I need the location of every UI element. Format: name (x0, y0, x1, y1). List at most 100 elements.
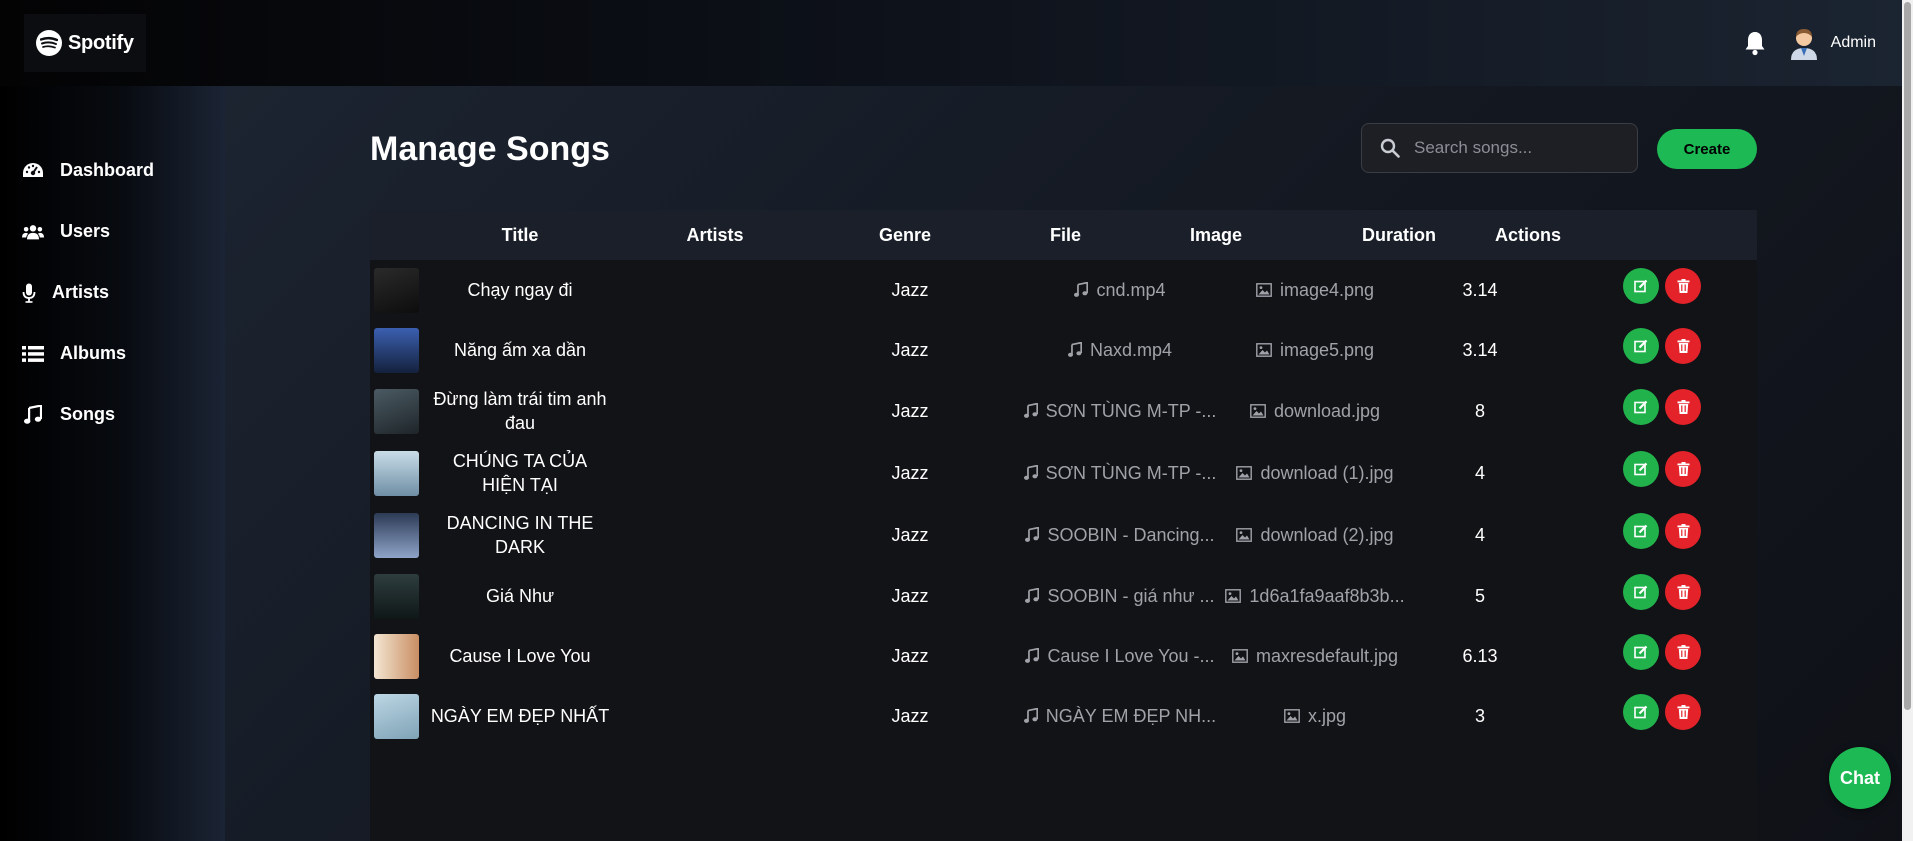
delete-button[interactable] (1665, 574, 1701, 610)
song-image: x.jpg (1200, 706, 1430, 727)
song-image: download (2).jpg (1200, 525, 1430, 546)
song-duration: 4 (1474, 462, 1485, 483)
song-genre: Jazz (891, 339, 929, 360)
dashboard-icon (22, 161, 44, 181)
table-row[interactable]: Đừng làm trái tim anh đau Jazz SƠN TÙNG M-… (370, 380, 1757, 442)
list-icon (22, 344, 44, 364)
edit-icon (1634, 645, 1648, 659)
sidebar-item-albums[interactable]: Albums (0, 323, 225, 384)
spotify-logo[interactable]: Spotify (24, 14, 146, 72)
song-file-name: NGÀY EM ĐẸP NH... (1045, 705, 1217, 726)
song-title: DANCING IN THE DARK (446, 513, 594, 557)
table-row[interactable]: NGÀY EM ĐẸP NHẤT Jazz NGÀY EM ĐẸP NH... x.j… (370, 686, 1757, 746)
page-scrollbar[interactable] (1902, 0, 1913, 841)
row-actions (1623, 389, 1701, 425)
edit-icon (1634, 400, 1648, 414)
music-note-icon (1023, 465, 1038, 480)
table-row[interactable]: CHÚNG TA CỦA HIỆN TẠI Jazz SƠN TÙNG M-TP -… (370, 442, 1757, 504)
edit-button[interactable] (1623, 513, 1659, 549)
microphone-icon (22, 283, 36, 303)
delete-button[interactable] (1665, 451, 1701, 487)
song-title: Chạy ngay đi (467, 280, 573, 300)
edit-button[interactable] (1623, 694, 1659, 730)
table-row[interactable]: DANCING IN THE DARK Jazz SOOBIN - Dancing.… (370, 504, 1757, 566)
sidebar-item-dashboard[interactable]: Dashboard (0, 140, 225, 201)
song-duration: 6.13 (1462, 645, 1498, 666)
column-header-file[interactable]: File (1050, 225, 1081, 246)
song-genre: Jazz (891, 585, 929, 606)
image-icon (1256, 343, 1272, 357)
top-bar: Spotify Admin (0, 0, 1902, 86)
column-header-title[interactable]: Title (370, 225, 670, 246)
image-icon (1225, 589, 1242, 603)
delete-button[interactable] (1665, 634, 1701, 670)
song-duration: 8 (1474, 400, 1485, 421)
sidebar-item-songs[interactable]: Songs (0, 384, 225, 445)
image-icon (1284, 709, 1300, 723)
main-content: Manage Songs Create Title Artists Genre … (225, 86, 1902, 841)
song-title: Giá Như (485, 586, 555, 606)
column-header-genre[interactable]: Genre (760, 225, 1050, 246)
delete-button[interactable] (1665, 389, 1701, 425)
sidebar-item-users[interactable]: Users (0, 201, 225, 262)
table-body: Chạy ngay đi Jazz cnd.mp4 image4.png 3.14 Năn… (370, 260, 1757, 746)
song-file-name: SƠN TÙNG M-TP -... (1045, 462, 1217, 483)
column-header-duration[interactable]: Duration (1362, 225, 1436, 246)
bell-icon[interactable] (1743, 30, 1767, 56)
song-image: download (1).jpg (1200, 463, 1430, 484)
song-file-name: Cause I Love You -... (1047, 645, 1215, 666)
edit-button[interactable] (1623, 328, 1659, 364)
song-duration: 3.14 (1462, 339, 1498, 360)
song-title: NGÀY EM ĐẸP NHẤT (430, 706, 610, 726)
delete-button[interactable] (1665, 513, 1701, 549)
chat-button[interactable]: Chat (1829, 747, 1891, 809)
edit-button[interactable] (1623, 634, 1659, 670)
search-input[interactable] (1414, 138, 1614, 158)
scrollbar-thumb[interactable] (1904, 2, 1911, 710)
delete-button[interactable] (1665, 328, 1701, 364)
delete-button[interactable] (1665, 694, 1701, 730)
column-header-image[interactable]: Image (1070, 225, 1362, 246)
sidebar-item-label: Songs (60, 404, 116, 424)
edit-button[interactable] (1623, 451, 1659, 487)
song-thumbnail (374, 573, 419, 619)
sidebar-item-label: Artists (52, 282, 110, 302)
songs-table: Title Artists Genre File Image Duration … (370, 210, 1757, 841)
music-note-icon (1025, 648, 1040, 663)
song-image: download.jpg (1200, 401, 1430, 422)
music-note-icon (1074, 282, 1089, 297)
sidebar-item-label: Albums (60, 343, 127, 363)
search-box[interactable] (1361, 123, 1638, 173)
edit-icon (1634, 524, 1648, 538)
create-button[interactable]: Create (1657, 129, 1757, 169)
song-thumbnail (374, 388, 419, 434)
trash-icon (1677, 645, 1689, 659)
image-icon (1236, 466, 1253, 480)
edit-button[interactable] (1623, 574, 1659, 610)
song-thumbnail (374, 693, 419, 739)
table-row[interactable]: Chạy ngay đi Jazz cnd.mp4 image4.png 3.14 (370, 260, 1757, 320)
song-title: CHÚNG TA CỦA HIỆN TẠI (452, 451, 588, 495)
edit-button[interactable] (1623, 268, 1659, 304)
table-row[interactable]: Cause I Love You Jazz Cause I Love You -..… (370, 626, 1757, 686)
song-title: Năng ấm xa dần (453, 340, 587, 360)
song-image-name: download.jpg (1273, 400, 1381, 421)
app-root: Spotify Admin Dashboard Users Artists Al… (0, 0, 1913, 841)
sidebar-item-artists[interactable]: Artists (0, 262, 225, 323)
song-duration: 3.14 (1462, 279, 1498, 300)
table-row[interactable]: Giá Như Jazz SOOBIN - giá như ... 1d6a1fa9a… (370, 566, 1757, 626)
brand-name: Spotify (68, 31, 134, 54)
song-image-name: image4.png (1279, 279, 1375, 300)
delete-button[interactable] (1665, 268, 1701, 304)
trash-icon (1677, 400, 1689, 414)
song-duration: 5 (1474, 585, 1485, 606)
edit-button[interactable] (1623, 389, 1659, 425)
table-row[interactable]: Năng ấm xa dần Jazz Naxd.mp4 image5.png 3.14 (370, 320, 1757, 380)
edit-icon (1634, 585, 1648, 599)
column-header-actions: Actions (1494, 224, 1561, 245)
row-actions (1623, 451, 1701, 487)
avatar[interactable] (1789, 26, 1819, 60)
column-header-artists[interactable]: Artists (670, 225, 760, 246)
sidebar-item-label: Users (60, 221, 111, 241)
user-name[interactable]: Admin (1831, 34, 1876, 52)
